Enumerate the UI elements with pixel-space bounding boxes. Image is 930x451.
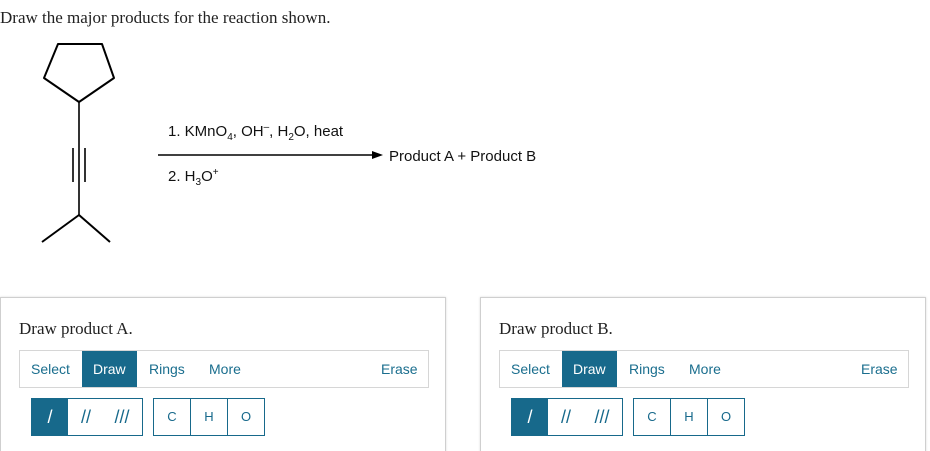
atom-selector: C H O [633, 398, 745, 436]
atom-selector: C H O [153, 398, 265, 436]
select-tool-button[interactable]: Select [20, 351, 81, 387]
select-tool-button[interactable]: Select [500, 351, 561, 387]
reagent-step-2: 2. H3O+ [168, 167, 219, 188]
bond-selector: / // /// [31, 398, 143, 436]
superscript-plus: + [213, 167, 219, 178]
isopropyl-group [41, 214, 111, 243]
panel-title: Draw product B. [499, 319, 613, 338]
product-a-panel: Draw product A. Select Draw Rings More E… [0, 297, 446, 451]
bond-selector: / // /// [511, 398, 623, 436]
drawing-toolbar: Select Draw Rings More Erase [19, 350, 429, 388]
atom-o-button[interactable]: O [228, 399, 264, 435]
erase-tool-button[interactable]: Erase [370, 351, 429, 387]
double-bond-button[interactable]: // [68, 399, 104, 435]
cyclopentane-ring [43, 43, 115, 103]
more-tool-button[interactable]: More [678, 351, 732, 387]
erase-tool-button[interactable]: Erase [850, 351, 909, 387]
reagent-step-1-end: O, heat [294, 123, 344, 140]
triple-bond-button[interactable]: /// [584, 399, 620, 435]
triple-bond [72, 102, 86, 215]
atom-o-button[interactable]: O [708, 399, 744, 435]
arrow-head [372, 151, 383, 159]
reagent-step-1-prefix: 1. KMnO [168, 123, 227, 140]
drawing-toolbar: Select Draw Rings More Erase [499, 350, 909, 388]
reagent-step-2-o: O [201, 168, 213, 185]
reagent-step-2-prefix: 2. H [168, 168, 196, 185]
atom-c-button[interactable]: C [634, 399, 671, 435]
atom-h-button[interactable]: H [671, 399, 708, 435]
more-tool-button[interactable]: More [198, 351, 252, 387]
atom-h-button[interactable]: H [191, 399, 228, 435]
double-bond-button[interactable]: // [548, 399, 584, 435]
reaction-scheme: 1. KMnO4, OH–, H2O, heat 2. H3O+ Product… [41, 43, 536, 243]
product-label: Product A + Product B [389, 148, 536, 165]
rings-tool-button[interactable]: Rings [138, 351, 196, 387]
reagent-step-1-mid: , OH [233, 123, 264, 140]
atom-c-button[interactable]: C [154, 399, 191, 435]
draw-tool-button[interactable]: Draw [82, 351, 137, 387]
single-bond-button[interactable]: / [512, 399, 548, 435]
rings-tool-button[interactable]: Rings [618, 351, 676, 387]
product-b-panel: Draw product B. Select Draw Rings More E… [480, 297, 926, 451]
draw-tool-button[interactable]: Draw [562, 351, 617, 387]
panel-title: Draw product A. [19, 319, 133, 338]
reagent-step-1-h: , H [269, 123, 288, 140]
triple-bond-button[interactable]: /// [104, 399, 140, 435]
single-bond-button[interactable]: / [32, 399, 68, 435]
reagent-step-1: 1. KMnO4, OH–, H2O, heat [168, 122, 344, 143]
